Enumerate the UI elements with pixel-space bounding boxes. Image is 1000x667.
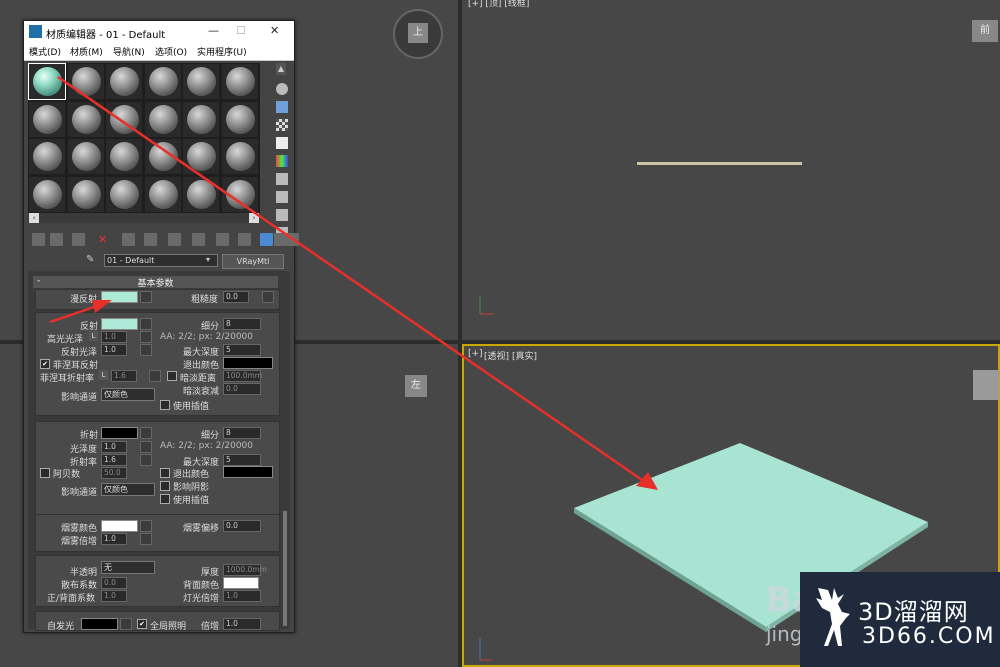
brand-name: 3D溜溜网	[858, 598, 969, 626]
brand-watermark: 3D溜溜网 3D66.COM	[800, 572, 1000, 667]
deer-logo-icon	[816, 588, 850, 646]
brand-url: 3D66.COM	[862, 624, 996, 649]
baidu-watermark-jing: jing	[766, 622, 803, 646]
annotation-arrows	[49, 75, 658, 490]
